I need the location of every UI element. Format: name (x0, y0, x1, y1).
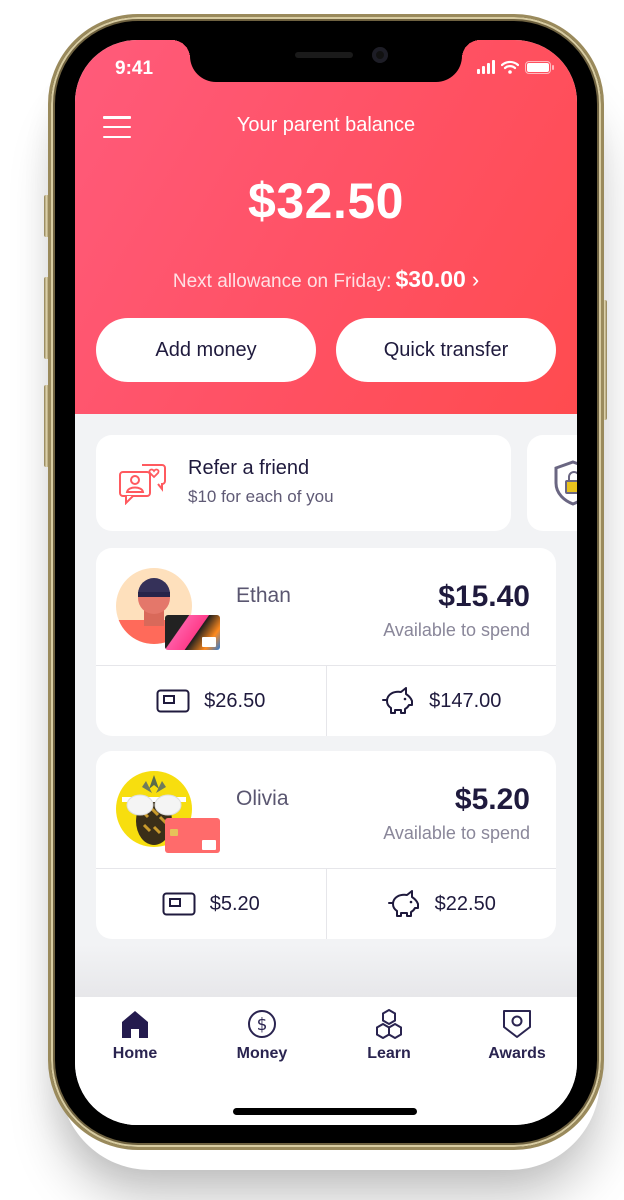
card-balance[interactable]: $5.20 (96, 869, 326, 939)
dollar-circle-icon: $ (248, 1010, 276, 1038)
home-indicator[interactable] (233, 1108, 417, 1115)
battery-icon (525, 60, 554, 74)
add-money-button[interactable]: Add money (96, 318, 316, 382)
savings-balance-amount: $147.00 (429, 689, 502, 712)
kid-available-label: Available to spend (383, 823, 530, 843)
home-icon (122, 1011, 148, 1038)
wifi-icon (501, 60, 519, 74)
kid-name: Ethan (236, 584, 291, 607)
tab-label: Home (112, 1045, 158, 1062)
kid-balances: $26.50 $147.00 (96, 666, 556, 736)
card-balance-amount: $5.20 (209, 892, 260, 915)
scroll-fade (75, 945, 577, 997)
cellular-signal-icon (477, 60, 495, 74)
savings-balance[interactable]: $22.50 (325, 869, 557, 939)
savings-balance-amount: $22.50 (434, 892, 496, 915)
olivia-card-thumbnail (165, 818, 220, 853)
piggy-bank-icon (387, 890, 419, 917)
camera (372, 47, 388, 63)
card-balance[interactable]: $26.50 (96, 666, 326, 736)
shield-lock-icon (554, 460, 577, 506)
refer-chat-icon (119, 464, 166, 505)
piggy-bank-icon (382, 687, 414, 714)
card-icon (156, 689, 190, 713)
refer-subtitle: $10 for each of you (188, 487, 334, 506)
kid-summary[interactable]: Olivia $5.20 Available to spend (96, 751, 556, 869)
tab-home[interactable]: Home (85, 1009, 185, 1063)
speaker (295, 52, 353, 58)
card-balance-amount: $26.50 (204, 689, 266, 712)
kid-card-ethan: Ethan $15.40 Available to spend $26.50 $… (96, 548, 556, 736)
security-promo-card[interactable] (527, 435, 577, 531)
phone-screen: 9:41 Your parent balance $32.50 Next all… (75, 40, 577, 1125)
savings-balance[interactable]: $147.00 (325, 666, 557, 736)
status-time: 9:41 (115, 58, 154, 79)
tab-label: Awards (488, 1045, 546, 1062)
refer-title: Refer a friend (188, 457, 310, 479)
kid-available-label: Available to spend (383, 620, 530, 640)
kid-summary[interactable]: Ethan $15.40 Available to spend (96, 548, 556, 666)
svg-text:$: $ (257, 1015, 268, 1035)
hexagons-icon (376, 1009, 402, 1039)
shield-badge-icon (503, 1010, 531, 1038)
kid-available-amount: $5.20 (454, 783, 530, 816)
tab-money[interactable]: $ Money (212, 1009, 312, 1063)
allowance-label: Next allowance on Friday: (172, 271, 392, 292)
quick-transfer-button[interactable]: Quick transfer (336, 318, 556, 382)
tab-bar: Home $ Money Learn Awards (75, 997, 577, 1125)
allowance-amount: $30.00 (395, 266, 466, 292)
card-icon (162, 892, 196, 916)
page-title: Your parent balance (236, 114, 416, 136)
tab-awards[interactable]: Awards (467, 1009, 567, 1063)
kid-available-amount: $15.40 (438, 580, 530, 613)
tab-learn[interactable]: Learn (339, 1009, 439, 1063)
kid-balances: $5.20 $22.50 (96, 869, 556, 939)
kid-name: Olivia (236, 787, 289, 810)
chevron-right-icon: › (471, 267, 480, 292)
kid-card-olivia: Olivia $5.20 Available to spend $5.20 $2… (96, 751, 556, 939)
ethan-card-thumbnail (165, 615, 220, 650)
balance-header: 9:41 Your parent balance $32.50 Next all… (75, 40, 577, 414)
refer-friend-card[interactable]: Refer a friend $10 for each of you (96, 435, 511, 531)
tab-label: Money (236, 1045, 288, 1062)
next-allowance-link[interactable]: Next allowance on Friday: $30.00 › (75, 266, 577, 293)
notch (172, 40, 480, 82)
parent-balance: $32.50 (248, 173, 404, 229)
tab-label: Learn (367, 1045, 411, 1062)
status-icons (477, 60, 554, 74)
